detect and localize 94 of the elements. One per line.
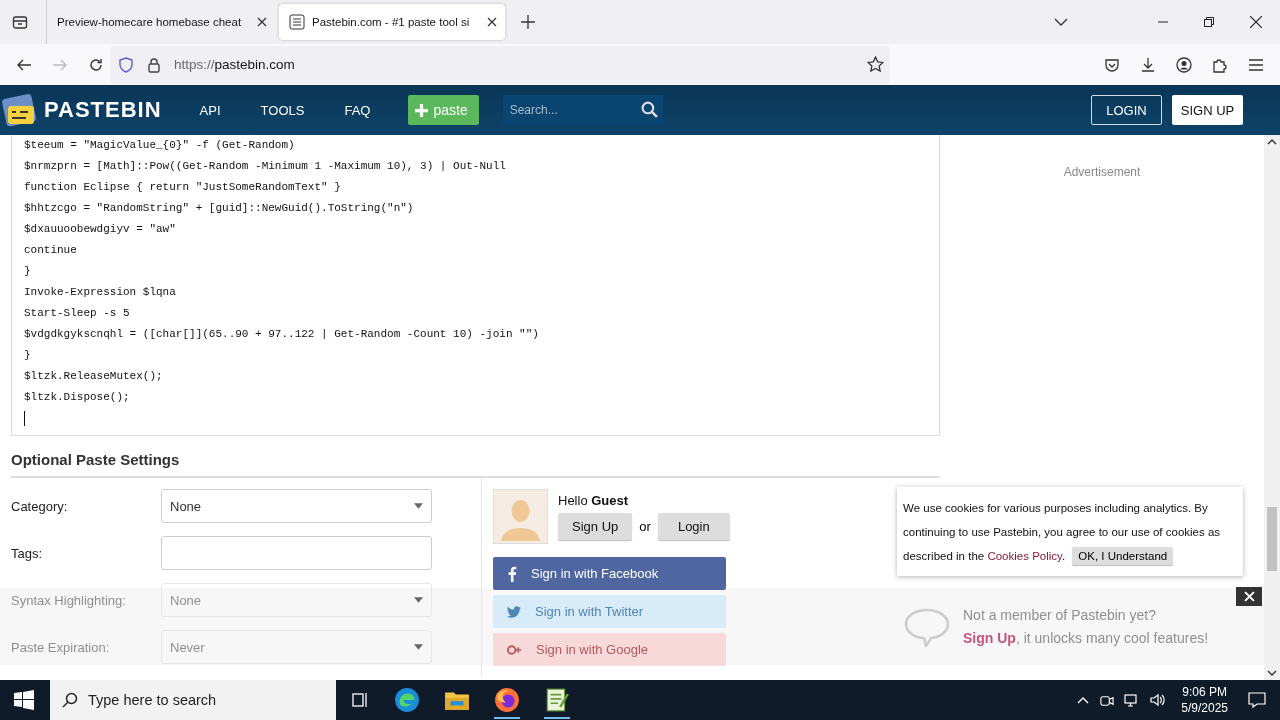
clock-time: 9:06 PM — [1182, 684, 1227, 700]
search-icon — [62, 692, 78, 708]
member-message: Sign Up, it unlocks many cool features! — [963, 630, 1209, 646]
code-line: function Eclipse { return "JustSomeRandomText" } — [24, 180, 342, 195]
caret-icon — [414, 644, 423, 650]
extensions-icon[interactable] — [1212, 56, 1228, 73]
restore-icon[interactable] — [1204, 17, 1214, 27]
code-line: $ltzk.ReleaseMutex(); — [24, 369, 164, 384]
address-bar[interactable]: https://pastebin.com — [110, 45, 890, 84]
text-cursor — [24, 410, 25, 426]
code-line: Invoke-Expression $lqna — [24, 285, 177, 300]
volume-icon[interactable] — [1150, 692, 1167, 708]
plus-icon — [415, 103, 429, 117]
advertisement-label: Advertisement — [1062, 165, 1142, 179]
nav-link[interactable]: API — [199, 102, 221, 118]
account-icon[interactable] — [1176, 56, 1192, 73]
cookie-message: We use cookies for various purposes including analytics. By continuing to use Pastebin, you agree to our use of cookies as described in the Cookies Policy. OK, I Understand — [903, 502, 1221, 562]
code-line: } — [24, 264, 32, 279]
site-logo[interactable]: PASTEBIN — [44, 97, 162, 123]
login-button[interactable]: Login — [657, 513, 730, 540]
code-line: $ltzk.Dispose(); — [24, 390, 131, 405]
code-line: $dxauuoobewdgiyv = "aw" — [24, 222, 177, 237]
accept-cookies-button[interactable]: OK, I Understand — [1072, 547, 1174, 565]
clock-date: 5/9/2025 — [1181, 700, 1228, 716]
cookies-policy-link[interactable]: Cookies Policy — [987, 550, 1062, 562]
code-line: continue — [24, 243, 78, 258]
reload-icon[interactable] — [88, 56, 104, 73]
nav-link[interactable]: FAQ — [344, 102, 371, 118]
speech-bubble-icon — [903, 606, 951, 647]
bird-icon — [507, 605, 521, 618]
facebook-icon — [507, 565, 517, 582]
close-icon — [1243, 591, 1255, 602]
firefox-icon[interactable] — [494, 687, 520, 719]
tab-title: Preview-homecare homebase cheat — [57, 16, 243, 28]
dropdown[interactable]: None — [161, 489, 432, 523]
member-prompt: Not a member of Pastebin yet? — [963, 607, 1157, 623]
google-sign-in-button[interactable]: Sign in with Google — [493, 633, 726, 666]
menu-icon[interactable] — [1248, 56, 1264, 73]
tab-title: Pastebin.com - #1 paste tool si — [312, 16, 471, 28]
or-text: or — [639, 519, 651, 534]
close-icon[interactable] — [487, 17, 497, 27]
windows-start-icon[interactable] — [14, 690, 34, 710]
code-line: } — [24, 348, 32, 363]
site-favicon-icon — [289, 14, 305, 30]
field-label: Syntax Highlighting: — [11, 592, 127, 608]
tab-list-icon[interactable] — [12, 14, 28, 30]
sign-up-link[interactable]: Sign Up — [963, 630, 1016, 646]
scrollbar[interactable] — [1264, 135, 1280, 680]
section-heading: Optional Paste Settings — [11, 451, 181, 468]
search-field[interactable]: Search... — [502, 95, 663, 125]
browser-tab[interactable]: Preview-homecare homebase cheat — [47, 4, 275, 40]
nav-link[interactable]: TOOLS — [260, 102, 305, 118]
code-line: Start-Sleep -s 5 — [24, 306, 131, 321]
avatar-icon — [493, 489, 548, 544]
notepad-icon[interactable] — [544, 687, 570, 719]
greeting-text: Hello Guest — [558, 493, 630, 508]
task-view-icon[interactable] — [350, 690, 370, 710]
taskbar-search-field[interactable]: Type here to search — [50, 680, 336, 720]
scrollbar-thumb[interactable] — [1267, 507, 1277, 571]
shield-icon — [118, 56, 134, 73]
url-text: https://pastebin.com — [174, 57, 295, 72]
facebook-sign-in-button[interactable]: Sign in with Facebook — [493, 557, 726, 590]
browser-tab[interactable]: Pastebin.com - #1 paste tool si — [279, 4, 505, 40]
scroll-up-icon[interactable] — [1267, 139, 1277, 145]
star-icon[interactable] — [867, 56, 884, 73]
close-icon[interactable] — [1250, 16, 1262, 28]
caret-icon — [414, 597, 423, 603]
sign-up-button[interactable]: Sign Up — [558, 513, 633, 540]
sign-up-button[interactable]: SIGN UP — [1172, 95, 1243, 125]
field-label: Category: — [11, 498, 69, 514]
notification-icon[interactable] — [1248, 692, 1266, 708]
pocket-icon[interactable] — [1104, 56, 1120, 73]
new-tab-icon[interactable] — [521, 15, 535, 29]
field-label: Paste Expiration: — [11, 639, 111, 655]
chevron-up-icon[interactable] — [1077, 696, 1090, 704]
code-editor[interactable] — [11, 135, 940, 436]
code-line: $hhtzcgo = "RandomString" + [guid]::NewGuid().ToString("n") — [24, 201, 415, 216]
code-line: $teeum = "MagicValue_{0}" -f (Get-Random) — [24, 138, 296, 153]
code-line: $nrmzprn = [Math]::Pow((Get-Random -Minimum 1 -Maximum 10), 3) | Out-Null — [24, 159, 507, 174]
google-plus-icon — [507, 643, 522, 656]
chevron-down-icon[interactable] — [1054, 18, 1068, 26]
taskbar-clock[interactable]: 9:06 PM 5/9/2025 — [1181, 684, 1228, 716]
close-icon[interactable] — [257, 17, 267, 27]
login-button[interactable]: LOGIN — [1091, 95, 1162, 125]
search-icon[interactable] — [640, 101, 658, 118]
field-label: Tags: — [11, 545, 44, 561]
download-icon[interactable] — [1140, 56, 1156, 73]
lock-icon — [146, 56, 162, 73]
code-line: $vdgdkgykscnqhl = ([char[]](65..90 + 97..122 | Get-Random -Count 10) -join "") — [24, 327, 540, 342]
tags-input-field[interactable] — [161, 536, 432, 570]
browser-icon[interactable] — [394, 687, 420, 713]
scroll-down-icon[interactable] — [1267, 670, 1277, 676]
caret-icon — [414, 503, 423, 509]
close-button[interactable] — [1236, 587, 1262, 606]
